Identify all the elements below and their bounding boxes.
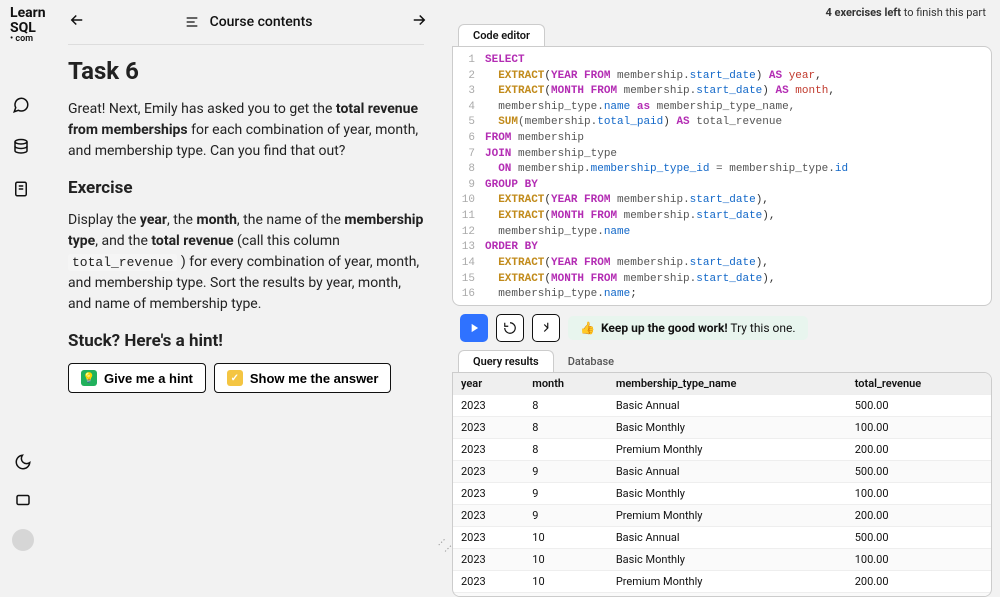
- next-button[interactable]: [410, 11, 428, 33]
- tab-code-editor[interactable]: Code editor: [458, 24, 545, 46]
- table-row: 202311Basic Annual500.00: [453, 593, 991, 597]
- thumbs-up-icon: 👍: [580, 321, 595, 335]
- column-header: membership_type_name: [608, 373, 847, 395]
- right-panel: 4 exercises left to finish this part Cod…: [452, 0, 1000, 563]
- database-icon[interactable]: [12, 138, 30, 156]
- table-row: 20238Basic Monthly100.00: [453, 417, 991, 439]
- code-editor[interactable]: 1SELECT2 EXTRACT(YEAR FROM membership.st…: [452, 46, 992, 306]
- exercise-heading: Exercise: [68, 178, 424, 198]
- table-row: 20239Basic Monthly100.00: [453, 483, 991, 505]
- course-contents-button[interactable]: Course contents: [184, 14, 313, 30]
- tab-database[interactable]: Database: [554, 350, 628, 372]
- results-panel: yearmonthmembership_type_nametotal_reven…: [452, 372, 992, 597]
- task-intro: Great! Next, Emily has asked you to get …: [68, 99, 424, 162]
- lightbulb-icon: 💡: [81, 370, 97, 386]
- task-panel: Course contents Task 6 Great! Next, Emil…: [46, 0, 446, 563]
- list-icon: [184, 14, 200, 30]
- column-header: year: [453, 373, 524, 395]
- table-row: 20239Premium Monthly200.00: [453, 505, 991, 527]
- check-icon: ✓: [227, 370, 243, 386]
- notes-icon[interactable]: [12, 180, 30, 198]
- hint-button-label: Give me a hint: [104, 371, 193, 386]
- exercise-text: Display the year, the month, the name of…: [68, 210, 424, 315]
- hint-button[interactable]: 💡 Give me a hint: [68, 363, 206, 393]
- run-button[interactable]: [460, 314, 488, 342]
- stuck-heading: Stuck? Here's a hint!: [68, 331, 424, 351]
- results-table: yearmonthmembership_type_nametotal_reven…: [453, 373, 991, 597]
- table-row: 20238Premium Monthly200.00: [453, 439, 991, 461]
- table-row: 202310Basic Monthly100.00: [453, 549, 991, 571]
- column-header: month: [524, 373, 608, 395]
- progress-bar: 4 exercises left to finish this part: [452, 0, 1000, 24]
- table-row: 20239Basic Annual500.00: [453, 461, 991, 483]
- share-button[interactable]: [532, 314, 560, 342]
- answer-button-label: Show me the answer: [250, 371, 379, 386]
- table-row: 202310Premium Monthly200.00: [453, 571, 991, 593]
- chat-icon[interactable]: [12, 96, 30, 114]
- table-row: 20238Basic Annual500.00: [453, 395, 991, 417]
- task-title: Task 6: [68, 57, 424, 85]
- feedback-banner: 👍 Keep up the good work! Try this one.: [568, 316, 808, 340]
- side-rail: [0, 0, 46, 563]
- avatar[interactable]: [12, 529, 34, 551]
- column-header: total_revenue: [847, 373, 991, 395]
- course-contents-label: Course contents: [210, 14, 313, 30]
- prev-button[interactable]: [68, 11, 86, 33]
- reset-button[interactable]: [496, 314, 524, 342]
- keyboard-icon[interactable]: [14, 491, 32, 509]
- tab-query-results[interactable]: Query results: [458, 350, 554, 372]
- table-row: 202310Basic Annual500.00: [453, 527, 991, 549]
- theme-icon[interactable]: [14, 453, 32, 471]
- answer-button[interactable]: ✓ Show me the answer: [214, 363, 392, 393]
